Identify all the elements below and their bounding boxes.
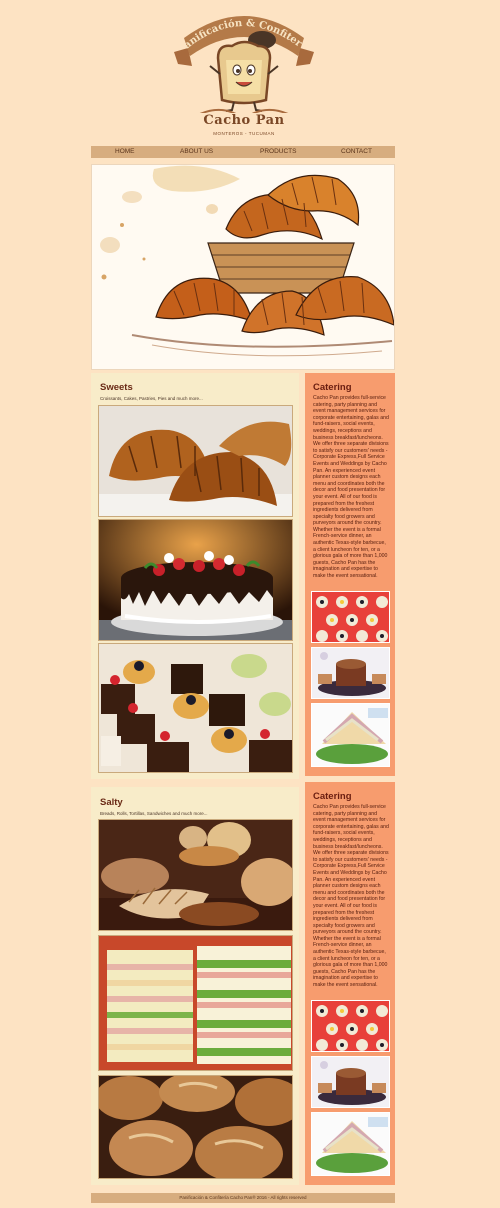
- brand-location: MONTEROS - TUCUMAN: [213, 131, 275, 136]
- nav-home[interactable]: HOME: [115, 148, 135, 155]
- rolls-photo: [98, 1075, 293, 1179]
- pastries-photo: [98, 643, 293, 773]
- catering-title-2: Catering: [313, 791, 352, 802]
- catering-panel-2: Catering Cacho Pan provides full-service…: [305, 782, 395, 1185]
- catering-sandwich-photo-2: [311, 1112, 390, 1176]
- salty-title: Salty: [100, 797, 123, 808]
- catering-sandwich-photo-1: [311, 703, 390, 767]
- sweets-intro: Croissants, Cakes, Pastries, Pies and mu…: [100, 396, 203, 401]
- sweets-section: Sweets Croissants, Cakes, Pastries, Pies…: [91, 373, 299, 779]
- nav-products[interactable]: PRODUCTS: [260, 148, 296, 155]
- catering-buffet-photo-2: [311, 1056, 390, 1108]
- sweets-title: Sweets: [100, 382, 133, 393]
- hero-croissant-illustration: [91, 164, 395, 370]
- salty-intro: Breads, Rolls, Tortillas, Sandwiches and…: [100, 811, 208, 816]
- nav-contact[interactable]: CONTACT: [341, 148, 372, 155]
- cake-photo: [98, 519, 293, 641]
- catering-buffet-photo-1: [311, 647, 390, 699]
- toast-mascot-icon: Panificación & Confitería: [166, 8, 314, 113]
- brand-name: Cacho Pan: [203, 113, 285, 128]
- catering-canapes-photo-2: [311, 1000, 390, 1052]
- croissants-photo: [98, 405, 293, 517]
- catering-title-1: Catering: [313, 382, 352, 393]
- catering-panel-1: Catering Cacho Pan provides full-service…: [305, 373, 395, 776]
- site-footer: Panificación & Confitería Cacho Pan® 201…: [91, 1193, 395, 1203]
- sandwiches-photo: [98, 935, 293, 1071]
- catering-text-2: Cacho Pan provides full-service catering…: [313, 804, 389, 989]
- breads-photo: [98, 819, 293, 931]
- catering-text-1: Cacho Pan provides full-service catering…: [313, 395, 389, 580]
- catering-canapes-photo-1: [311, 591, 390, 643]
- salty-section: Salty Breads, Rolls, Tortillas, Sandwich…: [91, 787, 299, 1185]
- site-logo[interactable]: Panificación & Confitería Cacho Pan MONT…: [166, 8, 322, 140]
- nav-about-us[interactable]: ABOUT US: [180, 148, 213, 155]
- main-nav: HOME ABOUT US PRODUCTS CONTACT: [91, 146, 395, 158]
- footer-copyright: Panificación & Confitería Cacho Pan® 201…: [179, 1195, 307, 1200]
